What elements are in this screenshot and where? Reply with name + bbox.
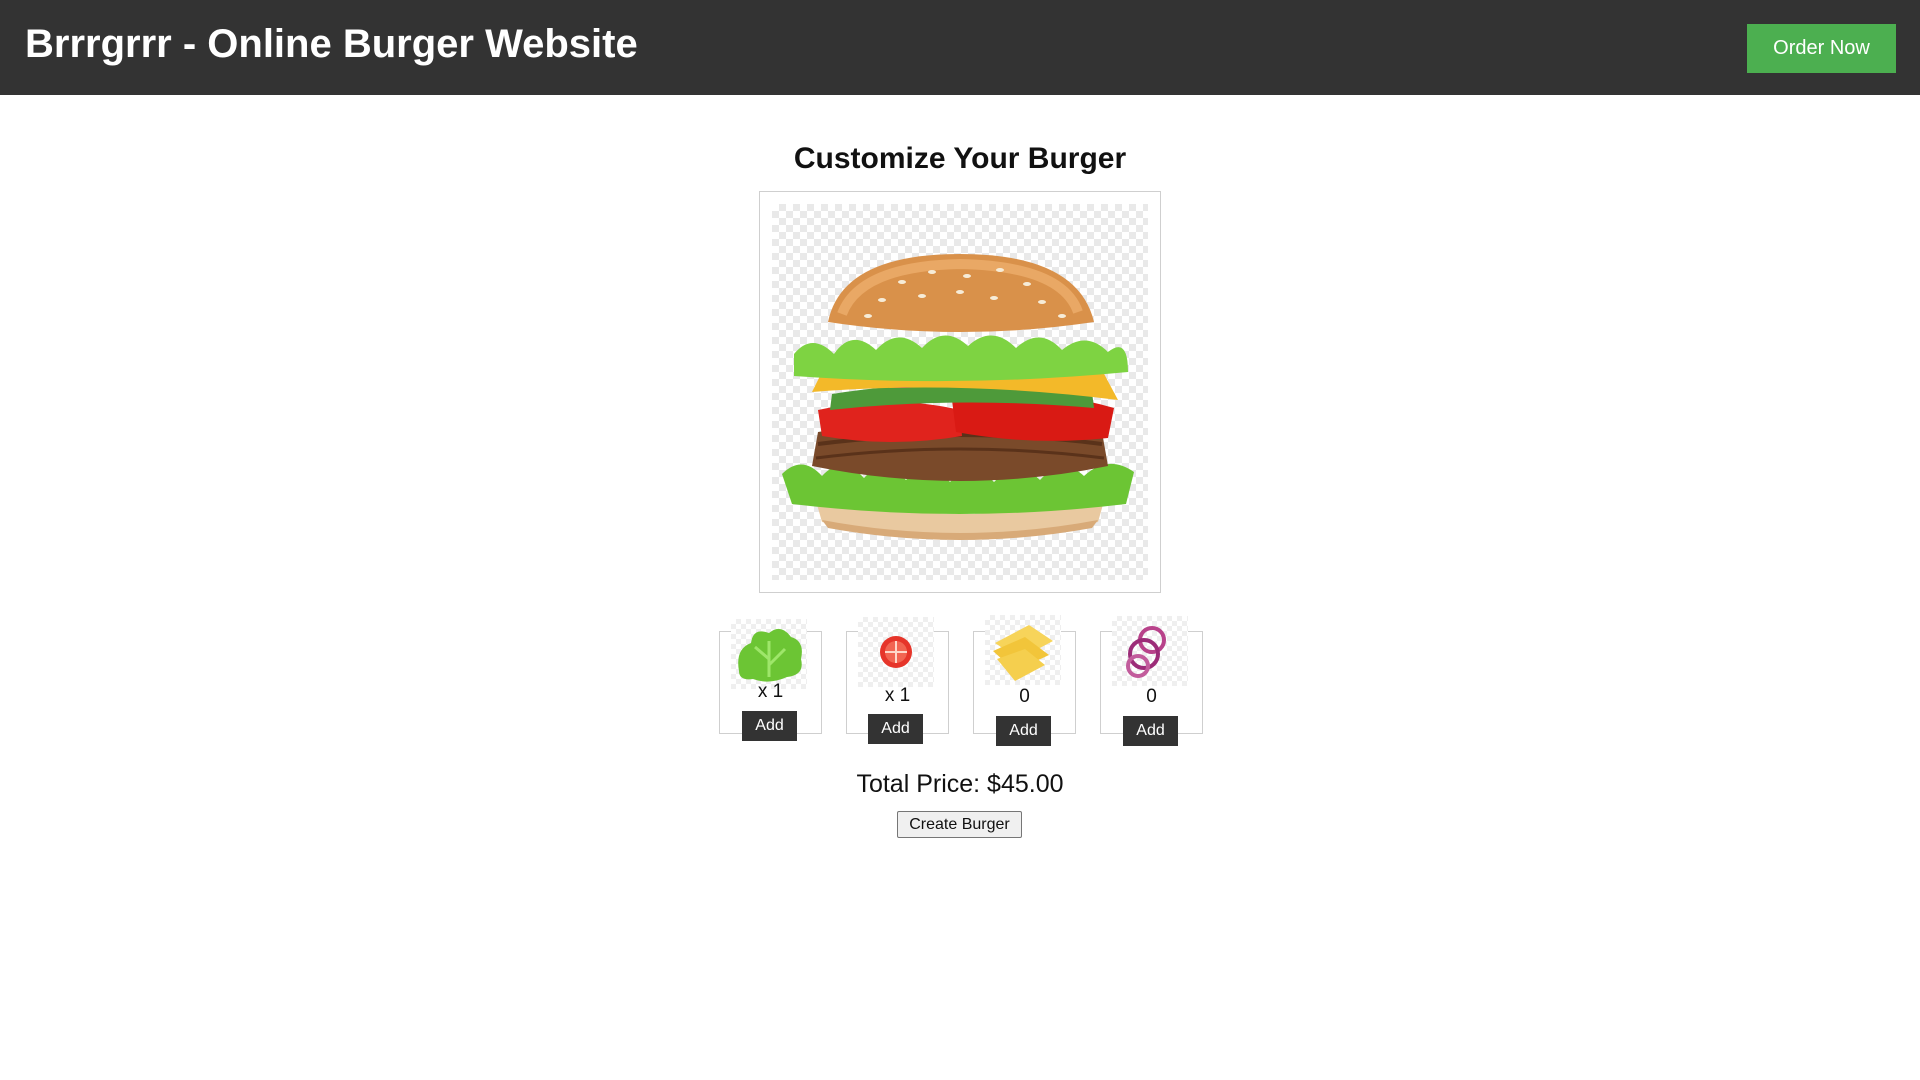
ingredient-quantity: x 1 <box>884 685 911 706</box>
onion-icon <box>1112 616 1188 686</box>
site-header: Brrrgrrr - Online Burger Website Order N… <box>0 0 1920 95</box>
burger-preview <box>759 191 1161 593</box>
add-cheese-button[interactable]: Add <box>996 716 1051 746</box>
ingredient-quantity: x 1 <box>757 681 784 702</box>
burger-image <box>772 204 1148 580</box>
tomato-icon <box>858 617 934 687</box>
ingredient-quantity: 0 <box>1146 686 1157 707</box>
create-burger-button[interactable]: Create Burger <box>897 811 1022 838</box>
add-tomato-button[interactable]: Add <box>868 714 923 744</box>
lettuce-icon <box>731 619 807 689</box>
total-price: Total Price: $45.00 <box>856 770 1064 798</box>
order-now-button[interactable]: Order Now <box>1747 24 1896 73</box>
burger-illustration <box>782 254 1134 540</box>
add-lettuce-button[interactable]: Add <box>742 711 797 741</box>
site-title: Brrrgrrr - Online Burger Website <box>25 22 638 66</box>
add-onion-button[interactable]: Add <box>1123 716 1178 746</box>
ingredient-quantity: 0 <box>1019 686 1030 707</box>
cheese-icon <box>985 615 1061 685</box>
page-title: Customize Your Burger <box>793 142 1127 175</box>
